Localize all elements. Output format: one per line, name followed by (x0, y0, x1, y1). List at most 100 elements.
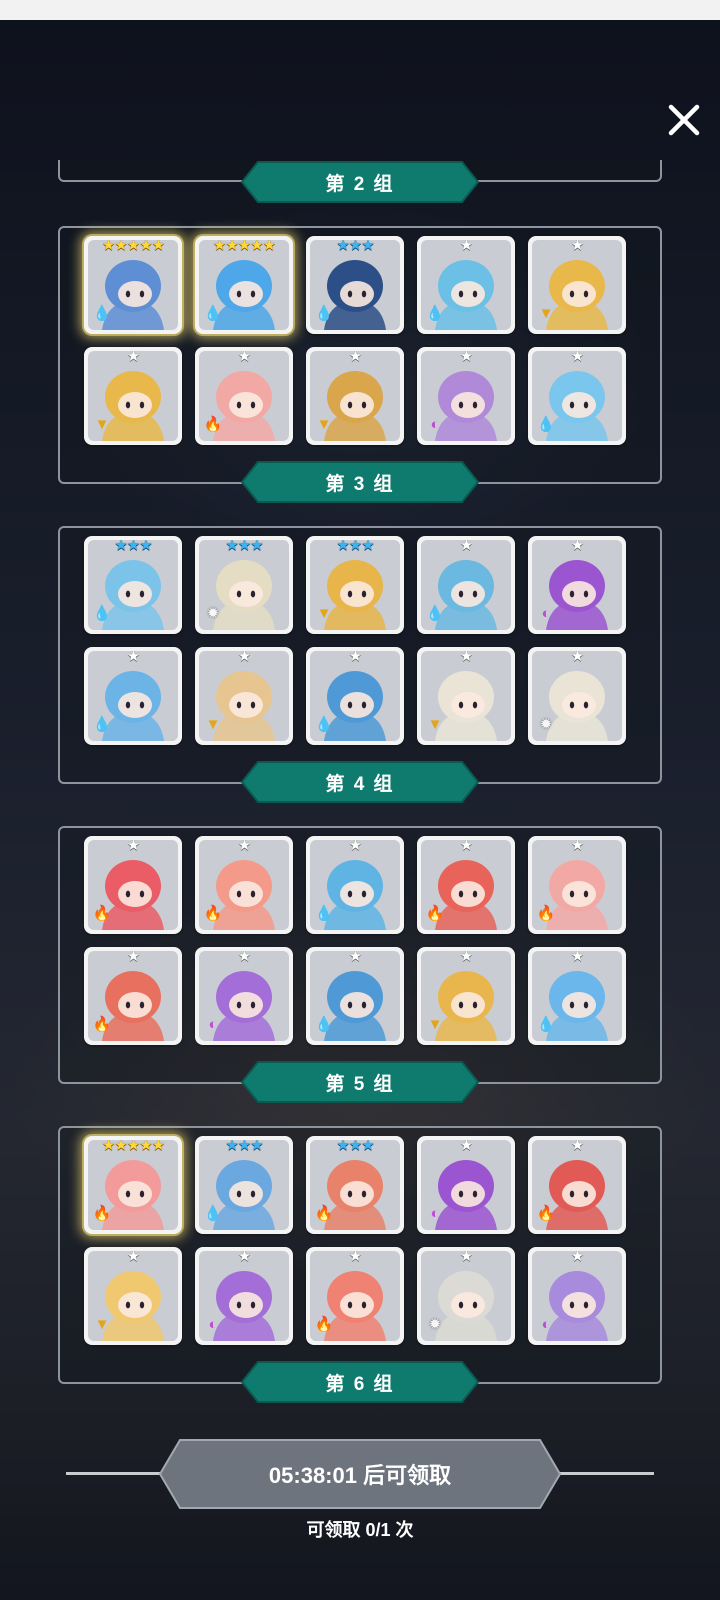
water-element-icon: 💧 (92, 716, 112, 733)
hero-portrait: ★ 🔥 (199, 351, 289, 441)
hero-card[interactable]: ★ 💧 (417, 236, 515, 334)
hero-card[interactable]: ★ ▼ (195, 647, 293, 745)
water-element-icon: 💧 (425, 305, 445, 322)
hero-portrait: ★ 💧 (310, 951, 400, 1041)
hero-card[interactable]: ★ ▼ (84, 347, 182, 445)
hero-card[interactable]: ★★★ 💧 (84, 536, 182, 634)
group-panel: ★★★ 💧 ★★★ ✹ ★★★ ▼ ★ 💧 ★ ◐ ★ 💧 ★ ▼ ★ 💧 ★ ▼ ★ ✹ (58, 526, 662, 784)
star-rating: ★ (237, 351, 251, 365)
hero-portrait: ★ ◐ (199, 1251, 289, 1341)
hero-card[interactable]: ★ ✹ (528, 647, 626, 745)
hero-card[interactable]: ★★★ 💧 (306, 236, 404, 334)
hero-card[interactable]: ★ ▼ (306, 347, 404, 445)
hero-card[interactable]: ★ ▼ (417, 647, 515, 745)
hero-card[interactable]: ★ ◐ (528, 1247, 626, 1345)
hero-card[interactable]: ★ 💧 (417, 536, 515, 634)
group-header: 第 5 组 (240, 1060, 480, 1104)
water-element-icon: 💧 (314, 1016, 334, 1033)
hero-portrait: ★ 💧 (310, 651, 400, 741)
star-rating: ★ (348, 840, 362, 854)
hero-portrait: ★ ✹ (421, 1251, 511, 1341)
water-element-icon: 💧 (536, 416, 556, 433)
hero-card[interactable]: ★ ▼ (84, 1247, 182, 1345)
fire-element-icon: 🔥 (314, 1316, 334, 1333)
fire-element-icon: 🔥 (425, 905, 445, 922)
star-rating: ★ (570, 651, 584, 665)
hero-card[interactable]: ★★★ ✹ (195, 536, 293, 634)
fire-element-icon: 🔥 (203, 416, 223, 433)
hero-card[interactable]: ★ 💧 (306, 836, 404, 934)
hero-card[interactable]: ★ ✹ (417, 1247, 515, 1345)
earth-element-icon: ▼ (94, 416, 110, 433)
hero-card[interactable]: ★ 🔥 (84, 947, 182, 1045)
hero-card[interactable]: ★ 🔥 (306, 1247, 404, 1345)
hero-card[interactable]: ★ 🔥 (528, 836, 626, 934)
hero-card[interactable]: ★ ◐ (417, 347, 515, 445)
hero-card[interactable]: ★ 🔥 (195, 836, 293, 934)
light-element-icon: ✹ (206, 605, 220, 622)
fire-element-icon: 🔥 (92, 1016, 112, 1033)
hero-portrait: ★ ▼ (88, 1251, 178, 1341)
hero-card[interactable]: ★ ▼ (417, 947, 515, 1045)
star-rating: ★ (570, 1140, 584, 1154)
hero-portrait: ★★★ 💧 (199, 1140, 289, 1230)
hero-portrait: ★ 🔥 (532, 840, 622, 930)
group-title: 第 6 组 (325, 1373, 395, 1395)
hero-card[interactable]: ★ ◐ (528, 536, 626, 634)
hero-card[interactable]: ★ 🔥 (528, 1136, 626, 1234)
hero-card[interactable]: ★ 💧 (306, 947, 404, 1045)
close-button[interactable] (660, 96, 708, 144)
star-rating: ★ (237, 840, 251, 854)
hero-card[interactable]: ★ 🔥 (417, 836, 515, 934)
star-rating: ★ (570, 351, 584, 365)
hero-card[interactable]: ★★★ 💧 (195, 1136, 293, 1234)
star-rating: ★ (459, 951, 473, 965)
hero-card[interactable]: ★ 💧 (528, 347, 626, 445)
hero-card[interactable]: ★★★★★ 💧 (84, 236, 182, 334)
group-panel: ★★★★★ 💧 ★★★★★ 💧 ★★★ 💧 ★ 💧 ★ ▼ ★ ▼ ★ 🔥 ★ ▼ ★ ◐ ★ 💧 (58, 226, 662, 484)
hero-card[interactable]: ★ 💧 (306, 647, 404, 745)
hero-card[interactable]: ★★★ 🔥 (306, 1136, 404, 1234)
star-rating: ★ (459, 840, 473, 854)
hero-portrait: ★ 💧 (421, 240, 511, 330)
star-rating: ★ (126, 1251, 140, 1265)
hero-card[interactable]: ★ ▼ (528, 236, 626, 334)
hero-card[interactable]: ★★★★★ 🔥 (84, 1136, 182, 1234)
star-rating: ★ (570, 951, 584, 965)
hero-card[interactable]: ★ 💧 (528, 947, 626, 1045)
hero-portrait: ★ ◐ (199, 951, 289, 1041)
earth-element-icon: ▼ (316, 416, 332, 433)
hero-portrait: ★★★ ▼ (310, 540, 400, 630)
claim-button[interactable]: 05:38:01 后可领取 (158, 1438, 562, 1510)
earth-element-icon: ▼ (538, 305, 554, 322)
hero-card[interactable]: ★ ◐ (417, 1136, 515, 1234)
hero-card[interactable]: ★ ◐ (195, 947, 293, 1045)
hero-card[interactable]: ★ 🔥 (84, 836, 182, 934)
star-rating: ★★★ (114, 540, 152, 554)
star-rating: ★ (348, 1251, 362, 1265)
dark-element-icon: ◐ (208, 1316, 218, 1333)
star-rating: ★ (570, 1251, 584, 1265)
claim-button-label: 05:38:01 后可领取 (268, 1463, 452, 1488)
hero-portrait: ★ ▼ (421, 651, 511, 741)
hero-portrait: ★ 💧 (532, 951, 622, 1041)
hero-portrait: ★ 💧 (88, 651, 178, 741)
hero-card[interactable]: ★★★ ▼ (306, 536, 404, 634)
star-rating: ★ (570, 540, 584, 554)
group-list[interactable]: ★★★★★ 💧 ★★★★★ 💧 ★★★ 💧 ★ 💧 ★ ▼ ★ ▼ ★ 🔥 ★ ▼ ★ ◐ ★ 💧 第 2 组 ★★★ 💧 ★… (0, 160, 720, 1408)
star-rating: ★ (570, 840, 584, 854)
hero-card[interactable]: ★★★★★ 💧 (195, 236, 293, 334)
hero-card[interactable]: ★ ◐ (195, 1247, 293, 1345)
star-rating: ★ (126, 840, 140, 854)
star-rating: ★ (348, 951, 362, 965)
star-rating: ★ (459, 1251, 473, 1265)
light-element-icon: ✹ (428, 1316, 442, 1333)
hero-portrait: ★ ▼ (421, 951, 511, 1041)
hero-portrait: ★ ✹ (532, 651, 622, 741)
star-rating: ★★★ (225, 1140, 263, 1154)
hero-card[interactable]: ★ 💧 (84, 647, 182, 745)
hero-card[interactable]: ★ 🔥 (195, 347, 293, 445)
group-panel: ★★★★★ 🔥 ★★★ 💧 ★★★ 🔥 ★ ◐ ★ 🔥 ★ ▼ ★ ◐ ★ 🔥 ★ ✹ ★ ◐ (58, 1126, 662, 1384)
water-element-icon: 💧 (314, 905, 334, 922)
star-rating: ★ (459, 240, 473, 254)
